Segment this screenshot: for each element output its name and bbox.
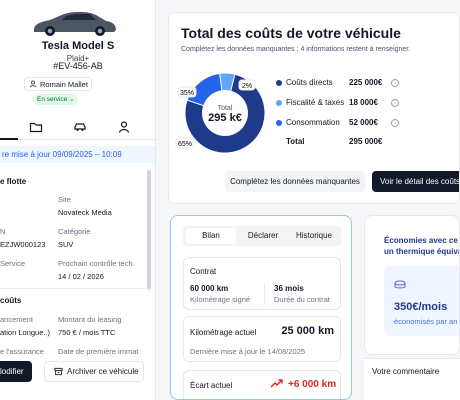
car-image (34, 11, 116, 36)
info-icon[interactable]: i (391, 99, 399, 107)
field-value: ation Longue..) (0, 328, 51, 337)
costs-subtitle: Complétez les données manquantes : 4 inf… (181, 46, 411, 53)
divider (264, 283, 265, 305)
folder-icon[interactable] (29, 120, 43, 134)
contract-months-label: Durée du contrat (274, 295, 330, 304)
savings-card: Économies avec ce un thermique équiva 35… (364, 215, 460, 355)
coins-icon (394, 280, 406, 289)
pct-label-text: 65% (178, 141, 192, 148)
archive-label: Archiver ce véhicule (67, 367, 139, 376)
field-label: N (0, 227, 6, 236)
info-icon[interactable]: i (391, 119, 399, 127)
sidebar-scrollbar[interactable] (147, 170, 151, 290)
user-icon (29, 80, 37, 88)
field-value: SUV (58, 240, 74, 249)
comment-card: Votre commentaire (364, 358, 460, 400)
costs-donut-chart[interactable]: Total 295 k€ 65% 35% 2% (175, 65, 275, 157)
complete-data-button[interactable]: Complétez les données manquantes (225, 171, 365, 192)
legend-value: 52 000€ (349, 118, 378, 127)
field-label: Montant du leasing (58, 315, 122, 324)
sidebar-tabs (0, 118, 155, 140)
archive-button[interactable]: Archiver ce véhicule (44, 361, 144, 382)
contract-km-value: 60 000 km (190, 284, 229, 293)
last-update-banner: re mise à jour 09/09/2025 – 10:09 (0, 146, 155, 163)
current-km-label: Kilométrage actuel (190, 328, 257, 337)
driver-chip[interactable]: Romain Mallet (24, 77, 92, 91)
field-label: Prochain contrôle tech. (58, 259, 135, 268)
field-label: e l'assurance (0, 347, 44, 356)
contract-months-value: 36 mois (274, 284, 304, 293)
driver-name: Romain Mallet (40, 79, 88, 89)
active-tab-indicator (0, 138, 18, 140)
pct-label-35: 35% (177, 86, 197, 98)
total-label: Total (286, 137, 305, 146)
current-km-value: 25 000 km (281, 325, 334, 337)
contract-title: Contrat (190, 267, 217, 276)
donut-center-value: 295 k€ (208, 112, 242, 124)
savings-caption: économisés par an (394, 317, 458, 326)
savings-title: Économies avec ce (384, 236, 458, 245)
comment-title: Votre commentaire (372, 367, 440, 376)
field-value: Novateck Media (58, 208, 112, 217)
legend-value: 18 000€ (349, 98, 378, 107)
savings-amount: 350€/mois (394, 301, 448, 313)
gap-value: +6 000 km (288, 379, 337, 390)
contract-box: Contrat 60 000 km Kilométrage signé 36 m… (183, 257, 341, 310)
field-label: Site (58, 195, 71, 204)
total-value: 295 000€ (349, 137, 383, 146)
pct-label-text: 2% (242, 83, 252, 90)
trend-up-icon (270, 379, 283, 388)
chevron-down-icon: ⌄ (69, 97, 75, 103)
pct-label-2: 2% (238, 79, 256, 91)
edit-button[interactable]: lodifier (0, 361, 32, 382)
savings-title-line2: un thermique équiva (384, 247, 460, 256)
archive-icon (54, 367, 63, 376)
field-label: Date de première immat (58, 347, 139, 356)
field-label: Catégorie (58, 227, 91, 236)
status-badge: En service ⌄ (33, 94, 79, 105)
donut-center-label: Total (218, 105, 233, 112)
view-cost-details-button[interactable]: Voir le détail des coûts (372, 171, 459, 192)
savings-panel: 350€/mois économisés par an (384, 266, 459, 336)
field-label: Service (0, 259, 26, 268)
tab-bilan[interactable]: Bilan (186, 228, 236, 244)
field-value: 14 / 02 / 2026 (58, 272, 104, 281)
legend-tax: Fiscalité & taxes (276, 98, 344, 107)
vehicle-sidebar: Tesla Model S Plaid+ #EV-456-AB Romain M… (0, 0, 156, 400)
legend-label: Fiscalité & taxes (286, 98, 345, 107)
legend-value: 225 000€ (349, 78, 383, 87)
gap-label: Écart actuel (190, 381, 233, 390)
costs-section-title: coûts (0, 296, 22, 305)
gap-box: Écart actuel +6 000 km (183, 370, 341, 399)
vehicle-name: Tesla Model S (41, 40, 115, 52)
divider (0, 288, 150, 289)
fleet-section-title: e flotte (0, 177, 27, 186)
total-costs-card: Total des coûts de votre véhicule Complé… (168, 12, 460, 204)
costs-title: Total des coûts de votre véhicule (181, 25, 401, 41)
pct-label-65: 65% (175, 137, 195, 149)
field-value: 750 € / mois TTC (58, 328, 116, 337)
current-km-box: Kilométrage actuel 25 000 km Dernière mi… (183, 316, 341, 362)
tab-historique[interactable]: Historique (289, 228, 339, 244)
mileage-card: Bilan Déclarer Historique Contrat 60 000… (170, 215, 352, 400)
vehicle-plate: #EV-456-AB (53, 61, 103, 71)
field-value: EZJW000123 (0, 240, 46, 249)
legend-label: Coûts directs (286, 78, 333, 87)
legend-label: Consommation (286, 118, 340, 127)
legend-direct: Coûts directs (276, 78, 333, 87)
status-label: En service (37, 96, 68, 103)
last-update-text: Dernière mise à jour le 14/08/2025 (190, 347, 306, 356)
tab-declarer[interactable]: Déclarer (238, 228, 288, 244)
info-icon[interactable]: i (391, 79, 399, 87)
contract-km-label: Kilométrage signé (190, 295, 251, 304)
user-icon[interactable] (117, 120, 131, 134)
legend-consumption: Consommation (276, 118, 340, 127)
segmented-tabs: Bilan Déclarer Historique (183, 226, 341, 246)
field-label: ancement (0, 315, 33, 324)
pct-label-text: 35% (180, 90, 194, 97)
car-icon[interactable] (73, 120, 87, 134)
